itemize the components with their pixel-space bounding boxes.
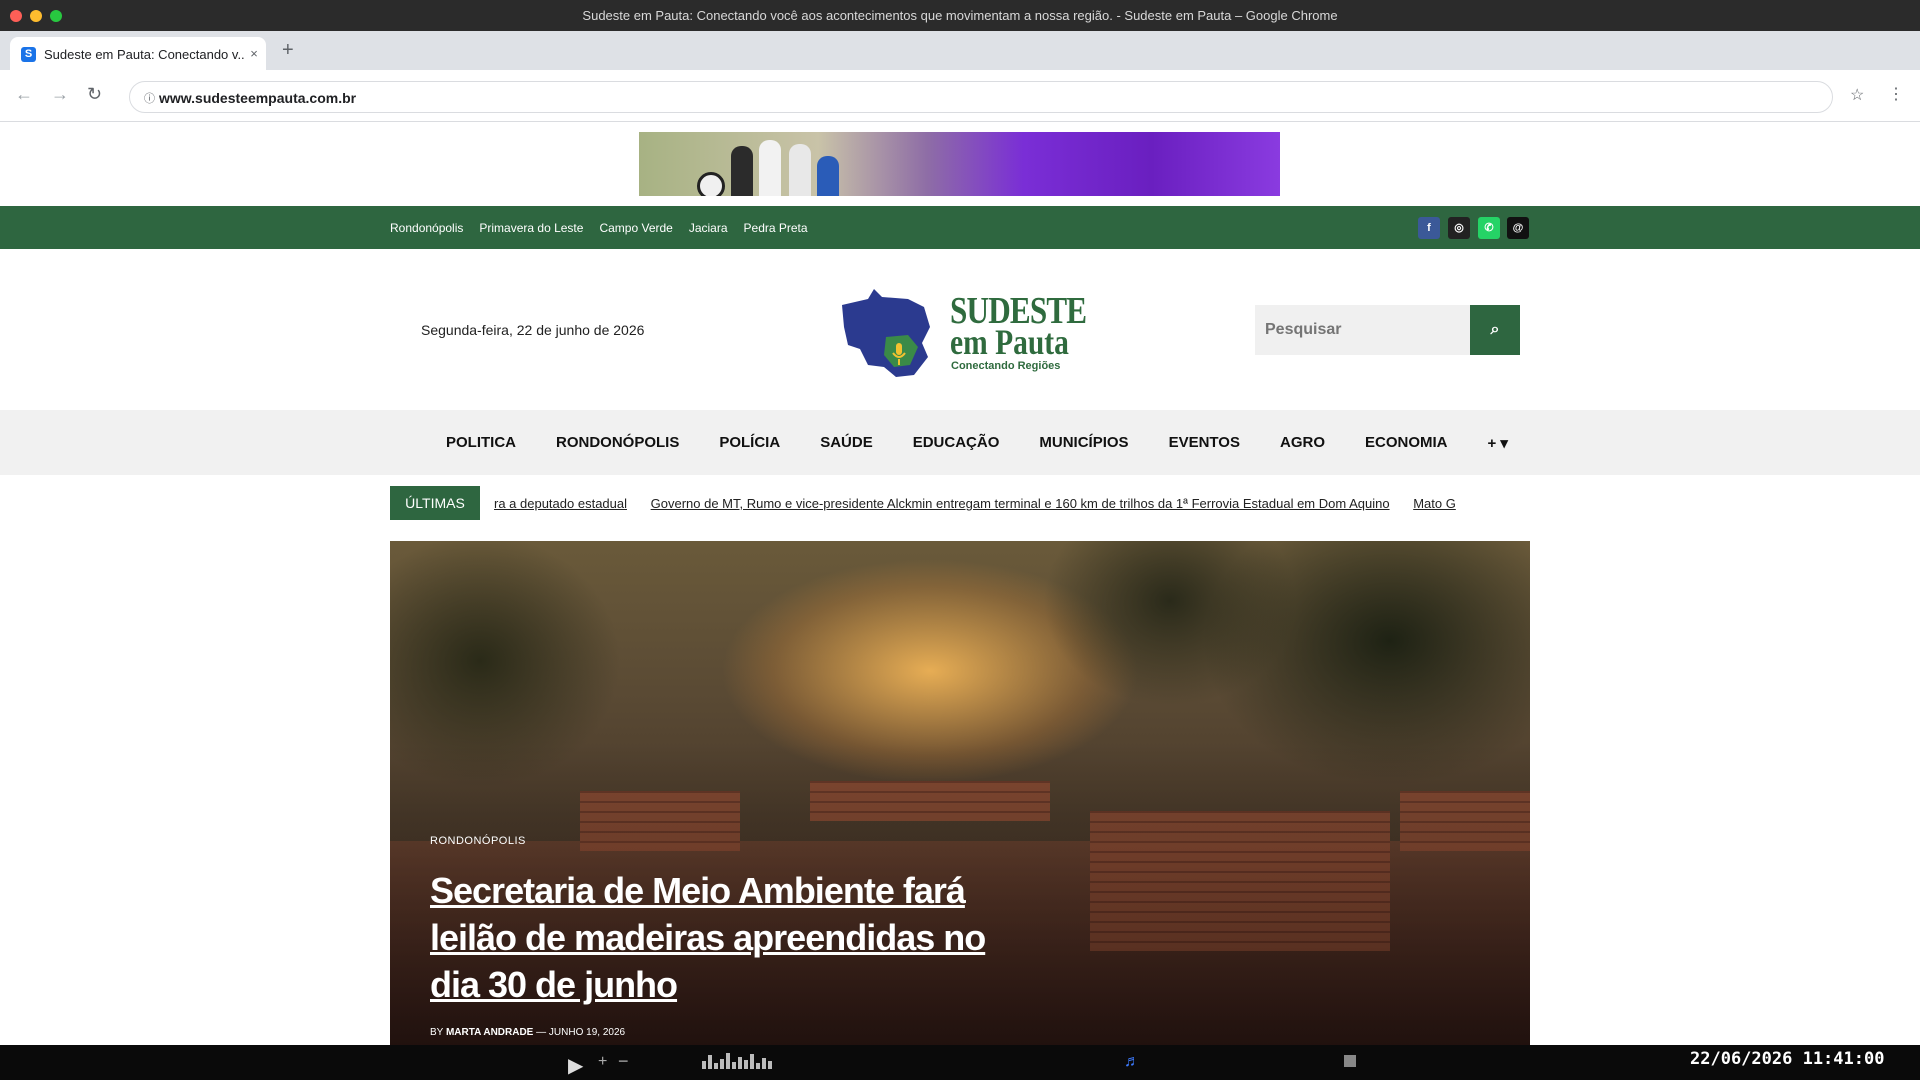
search-icon: ⌕ [1490,321,1500,338]
window-title: Sudeste em Pauta: Conectando você aos ac… [582,8,1338,23]
nav-item-policia[interactable]: POLÍCIA [719,434,780,452]
main-navigation: POLITICA RONDONÓPOLIS POLÍCIA SAÚDE EDUC… [0,410,1920,475]
city-link-primavera-do-leste[interactable]: Primavera do Leste [479,221,583,235]
equalizer-bar [732,1062,736,1069]
browser-toolbar: ← → ↻ ⓘ www.sudesteempauta.com.br ☆ ⋮ [0,70,1920,122]
top-bar: Rondonópolis Primavera do Leste Campo Ve… [0,206,1920,249]
nav-item-economia[interactable]: ECONOMIA [1365,434,1448,452]
hero-article[interactable]: RONDONÓPOLIS Secretaria de Meio Ambiente… [390,541,1530,1045]
hero-meta: BY MARTA ANDRADE — JUNHO 19, 2026 [430,1027,625,1038]
volume-up-icon[interactable]: + [598,1053,607,1071]
back-button[interactable]: ← [15,84,33,105]
volume-down-icon[interactable]: − [618,1051,629,1072]
city-links: Rondonópolis Primavera do Leste Campo Ve… [390,221,808,235]
equalizer-bar [726,1053,730,1069]
new-tab-button[interactable]: + [282,39,294,62]
reload-button[interactable]: ↻ [87,84,102,105]
logo-tagline: Conectando Regiões [951,360,1061,372]
nav-item-educacao[interactable]: EDUCAÇÃO [913,434,1000,452]
ticker-item[interactable]: Mato G [1413,496,1456,511]
byline-prefix: BY [430,1027,444,1038]
nav-item-municipios[interactable]: MUNICÍPIOS [1039,434,1128,452]
nav-item-more-dropdown[interactable]: + ▾ [1487,434,1507,452]
ad-person-figure [789,144,811,196]
mato-grosso-map-icon [842,289,930,377]
play-icon[interactable]: ▶ [568,1053,583,1078]
equalizer-bar [702,1061,706,1069]
ticker-item[interactable]: Governo de MT, Rumo e vice-presidente Al… [651,496,1390,511]
window-titlebar: Sudeste em Pauta: Conectando você aos ac… [0,0,1920,31]
city-link-jaciara[interactable]: Jaciara [689,221,728,235]
bookmark-star-icon[interactable]: ☆ [1850,85,1864,105]
clock: 22/06/2026 11:41:00 [1690,1049,1885,1069]
ad-person-figure [817,156,839,196]
banner-ad[interactable] [639,132,1280,196]
equalizer-bar [708,1055,712,1069]
site-info-icon[interactable]: ⓘ [144,90,155,106]
tab-title: Sudeste em Pauta: Conectando v... [44,47,244,62]
nav-item-agro[interactable]: AGRO [1280,434,1325,452]
site-header: Segunda-feira, 22 de junho de 2026 SUDES… [0,249,1920,410]
browser-menu-button[interactable]: ⋮ [1888,84,1904,104]
logo-wordmark-line2: em Pauta [950,322,1069,362]
ticker-label: ÚLTIMAS [390,486,480,520]
music-note-icon[interactable]: ♬ [1124,1053,1140,1071]
ticker-track: ra a deputado estadual Governo de MT, Ru… [494,496,1464,511]
facebook-icon[interactable]: f [1418,217,1440,239]
equalizer-bar [720,1059,724,1069]
equalizer-bar [768,1061,772,1069]
search-button[interactable]: ⌕ [1470,305,1520,355]
instagram-icon[interactable]: ◎ [1448,217,1470,239]
city-link-campo-verde[interactable]: Campo Verde [599,221,672,235]
whatsapp-icon[interactable]: ✆ [1478,217,1500,239]
hero-headline-link[interactable]: Secretaria de Meio Ambiente fará leilão … [430,867,1030,1008]
tab-strip: S Sudeste em Pauta: Conectando v... × + [0,31,1920,70]
url-text[interactable]: www.sudesteempauta.com.br [159,90,356,106]
nav-item-eventos[interactable]: EVENTOS [1169,434,1240,452]
equalizer-bar [744,1060,748,1069]
equalizer-icon [702,1053,772,1069]
site-logo[interactable]: SUDESTE em Pauta Conectando Regiões [838,287,1088,381]
meta-separator: — [536,1027,547,1038]
favicon-icon: S [21,47,36,62]
hero-category-link[interactable]: RONDONÓPOLIS [430,835,526,847]
ad-person-figure [759,140,781,196]
soccer-ball-image [697,172,725,196]
equalizer-bar [738,1057,742,1069]
city-link-pedra-preta[interactable]: Pedra Preta [744,221,808,235]
current-date: Segunda-feira, 22 de junho de 2026 [421,322,645,338]
publish-date: JUNHO 19, 2026 [548,1027,626,1038]
nav-item-rondonopolis[interactable]: RONDONÓPOLIS [556,434,679,452]
ticker-item[interactable]: ra a deputado estadual [494,496,627,511]
search-input[interactable] [1255,305,1470,355]
desktop-taskbar: ▶ + − ♬ 22/06/2026 11:41:00 [0,1045,1920,1080]
nav-item-saude[interactable]: SAÚDE [820,434,873,452]
threads-icon[interactable]: @ [1507,217,1529,239]
window-icon[interactable] [1344,1055,1356,1067]
equalizer-bar [750,1054,754,1069]
forward-button[interactable]: → [51,84,69,105]
equalizer-bar [762,1058,766,1069]
equalizer-bar [714,1063,718,1069]
close-tab-button[interactable]: × [246,46,262,62]
address-bar[interactable]: ⓘ www.sudesteempauta.com.br [129,81,1833,113]
nav-item-politica[interactable]: POLITICA [446,434,516,452]
browser-tab[interactable]: S Sudeste em Pauta: Conectando v... × [10,37,266,70]
city-link-rondonopolis[interactable]: Rondonópolis [390,221,463,235]
author-link[interactable]: MARTA ANDRADE [446,1027,533,1038]
news-ticker: ÚLTIMAS ra a deputado estadual Governo d… [390,486,1464,520]
equalizer-bar [756,1063,760,1069]
ad-person-figure [731,146,753,196]
